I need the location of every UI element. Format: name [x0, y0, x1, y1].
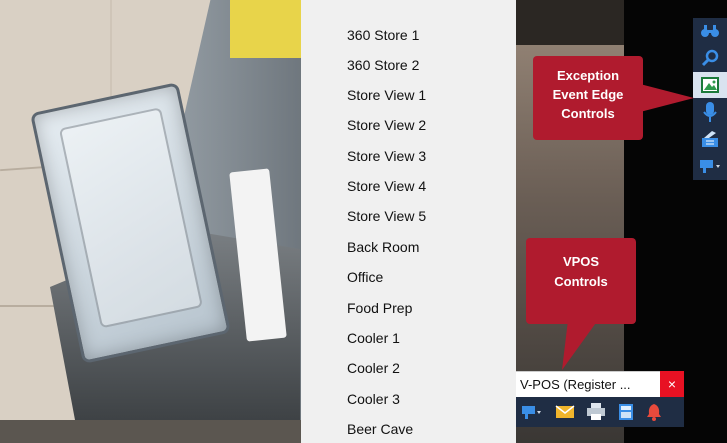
callout-pointer: [562, 320, 598, 370]
callout-text: VPOS: [562, 254, 600, 269]
menu-item-cooler-2[interactable]: Cooler 2: [347, 360, 400, 376]
yellow-box: [230, 0, 301, 58]
callout-exception-edge-controls: Exception Event Edge Controls: [533, 56, 643, 140]
camera-select-menu: 360 Store 1 360 Store 2 Store View 1 Sto…: [301, 0, 516, 443]
menu-item-360-store-2[interactable]: 360 Store 2: [347, 57, 419, 73]
bell-icon[interactable]: [642, 400, 666, 424]
menu-item-store-view-1[interactable]: Store View 1: [347, 87, 426, 103]
callout-text: Exception: [556, 68, 620, 83]
menu-item-cooler-1[interactable]: Cooler 1: [347, 330, 400, 346]
vpos-close-button[interactable]: ×: [660, 371, 684, 397]
menu-item-office[interactable]: Office: [347, 269, 383, 285]
callout-text: Controls: [554, 274, 608, 289]
microphone-icon[interactable]: [693, 99, 727, 125]
callout-pointer: [640, 84, 694, 112]
vpos-window-titlebar[interactable]: V-POS (Register ...: [516, 371, 666, 398]
callout-vpos-controls: VPOS Controls: [526, 238, 636, 324]
menu-item-food-prep[interactable]: Food Prep: [347, 300, 412, 316]
vpos-controls-bar: [516, 397, 684, 427]
menu-item-cooler-3[interactable]: Cooler 3: [347, 391, 400, 407]
register-receipt-icon[interactable]: [693, 126, 727, 152]
vpos-window-title: V-POS (Register ...: [520, 377, 631, 392]
camera-shadow: [516, 0, 624, 45]
callout-text: Event Edge: [552, 87, 624, 102]
printer-icon[interactable]: [584, 400, 608, 424]
menu-item-store-view-5[interactable]: Store View 5: [347, 208, 426, 224]
floor-shadow: [0, 420, 301, 443]
camera-dropdown-icon[interactable]: [520, 400, 544, 424]
binoculars-icon[interactable]: [693, 18, 727, 44]
search-icon[interactable]: [693, 45, 727, 71]
camera-view-left: [0, 0, 301, 443]
callout-text: Controls: [561, 106, 615, 121]
menu-item-store-view-2[interactable]: Store View 2: [347, 117, 426, 133]
menu-item-back-room[interactable]: Back Room: [347, 239, 419, 255]
mail-icon[interactable]: [553, 400, 577, 424]
image-icon[interactable]: [693, 72, 727, 98]
menu-item-360-store-1[interactable]: 360 Store 1: [347, 27, 419, 43]
menu-item-beer-cave[interactable]: Beer Cave: [347, 421, 413, 437]
calculator-icon[interactable]: [614, 400, 638, 424]
menu-item-store-view-3[interactable]: Store View 3: [347, 148, 426, 164]
camera-dropdown-icon[interactable]: [693, 153, 727, 179]
edge-controls-toolbar: [693, 18, 727, 180]
trash-liner: [58, 107, 203, 329]
menu-item-store-view-4[interactable]: Store View 4: [347, 178, 426, 194]
